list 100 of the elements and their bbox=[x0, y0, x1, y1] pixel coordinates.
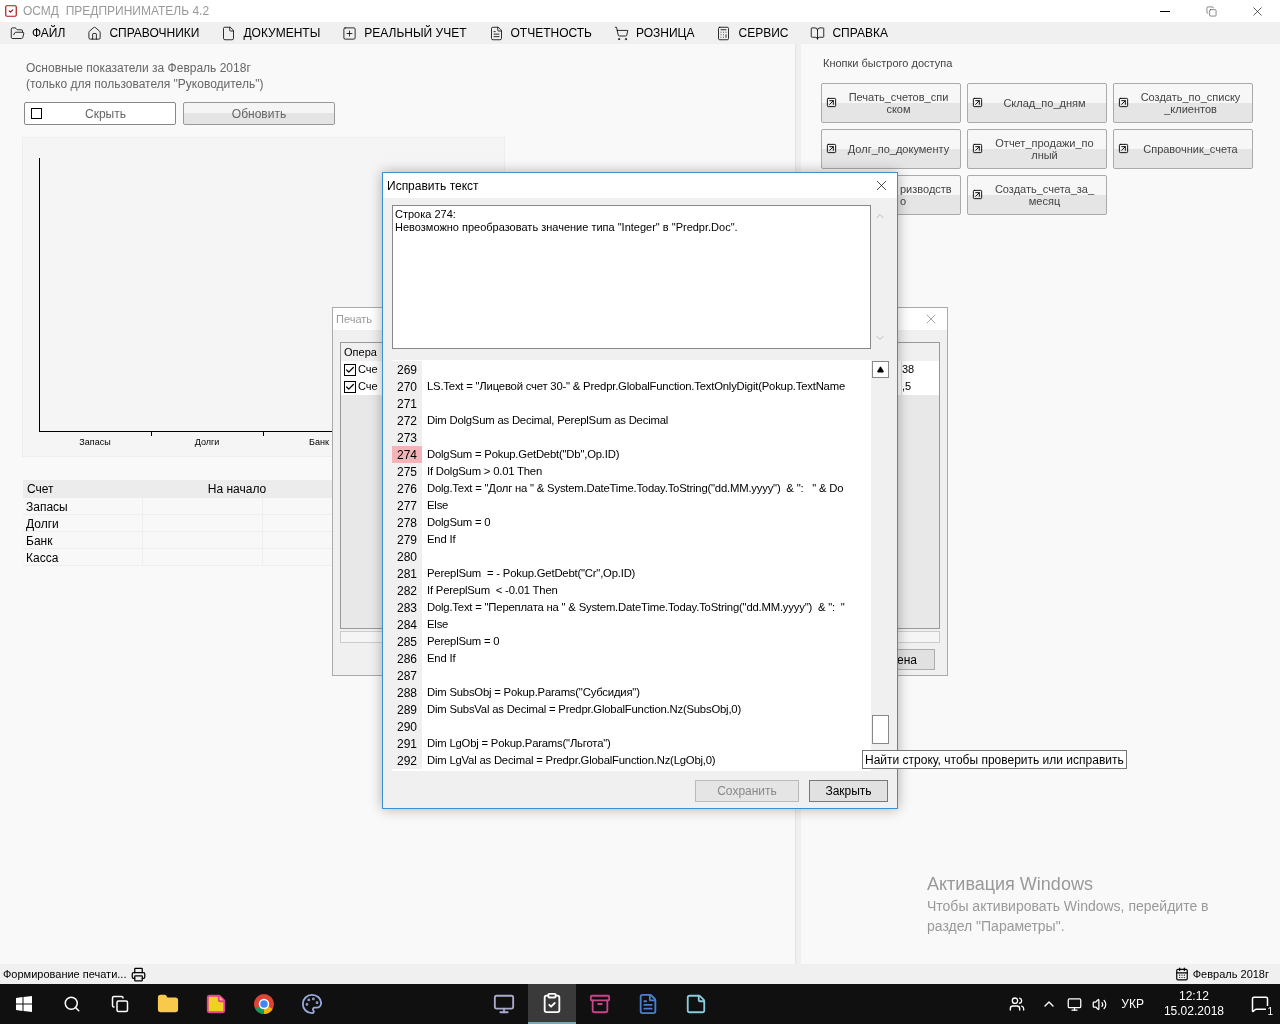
code-line: DolgSum = Pokup.GetDebt("Db",Op.ID) bbox=[427, 447, 620, 463]
table-cell: Касса bbox=[23, 549, 143, 565]
menu-item[interactable]: СПРАВОЧНИКИ bbox=[87, 22, 200, 44]
code-line: Dim SubsVal as Decimal = Predpr.GlobalFunction.Nz(SubsObj,0) bbox=[427, 702, 741, 718]
code-line: LS.Text = "Лицевой счет 30-" & Predpr.GlobalFunction.TextOnlyDigit(Pokup.TextName bbox=[427, 379, 845, 395]
shortcut-button[interactable]: Отчет_продажи_по лный bbox=[967, 128, 1107, 169]
line-number: 270 bbox=[392, 378, 422, 395]
code-line: PereplSum = 0 bbox=[427, 634, 500, 650]
shortcut-button[interactable]: Создать_счета_за_ месяц bbox=[967, 174, 1107, 215]
menu-item[interactable]: РЕАЛЬНЫЙ УЧЕТ bbox=[342, 22, 467, 44]
line-number: 288 bbox=[392, 684, 422, 701]
palette-icon bbox=[301, 993, 323, 1015]
checkbox[interactable] bbox=[344, 380, 356, 393]
dashboard-subheading: (только для пользователя "Руководитель") bbox=[26, 76, 265, 92]
code-line: Dolg.Text = "Переплата на " & System.DateTime.Today.ToString("dd.MM.yyyy") & ": " bbox=[427, 600, 845, 616]
document-icon bbox=[637, 993, 659, 1015]
line-number: 289 bbox=[392, 701, 422, 718]
folder-icon bbox=[157, 993, 179, 1015]
code-line: Dolg.Text = "Долг на " & System.DateTime.Today.ToString("dd.MM.yyyy") & ": " & Do bbox=[427, 481, 844, 497]
line-number: 279 bbox=[392, 531, 422, 548]
column-header: Счет bbox=[26, 481, 55, 498]
menu-item[interactable]: ОТЧЕТНОСТЬ bbox=[488, 22, 592, 44]
line-number: 283 bbox=[392, 599, 422, 616]
code-line: Dim DolgSum as Decimal, PereplSum as Decimal bbox=[427, 413, 669, 429]
scroll-thumb[interactable] bbox=[871, 715, 889, 744]
notifications-icon[interactable] bbox=[1251, 995, 1269, 1013]
line-number: 273 bbox=[392, 429, 422, 446]
section-title: Кнопки быстрого доступа bbox=[823, 56, 954, 71]
line-number: 286 bbox=[392, 650, 422, 667]
shortcut-button[interactable]: Склад_по_дням bbox=[967, 82, 1107, 123]
code-line: End If bbox=[427, 532, 456, 548]
table-cell: Банк bbox=[23, 532, 143, 548]
shortcut-button[interactable]: Долг_по_документу bbox=[821, 128, 961, 169]
line-number: 274 bbox=[392, 446, 422, 463]
line-number: 285 bbox=[392, 633, 422, 650]
code-line: End If bbox=[427, 651, 456, 667]
line-number: 277 bbox=[392, 497, 422, 514]
calculator-icon bbox=[716, 25, 732, 41]
shortcut-icon bbox=[972, 97, 983, 108]
table-cell: 38 bbox=[901, 361, 922, 378]
house-icon bbox=[87, 25, 103, 41]
message-text: Невозможно преобразовать значение типа "Integer" в "Predpr.Doc". bbox=[395, 221, 739, 234]
shortcut-button[interactable]: Печать_счетов_спи ском bbox=[821, 82, 961, 123]
refresh-button[interactable]: Обновить bbox=[183, 102, 335, 125]
taskbar-app[interactable] bbox=[528, 984, 576, 1024]
monitor-icon bbox=[493, 993, 515, 1015]
menu-item[interactable]: СЕРВИС bbox=[716, 22, 789, 44]
volume-icon[interactable] bbox=[1092, 996, 1108, 1012]
app-icon bbox=[205, 993, 227, 1015]
line-number: 290 bbox=[392, 718, 422, 735]
menu-item[interactable]: СПРАВКА bbox=[810, 22, 888, 44]
line-number: 275 bbox=[392, 463, 422, 480]
menu-item[interactable]: ФАЙЛ bbox=[10, 22, 66, 44]
shortcut-icon bbox=[1118, 97, 1129, 108]
menu-item[interactable]: РОЗНИЦА bbox=[614, 22, 695, 44]
line-number: 281 bbox=[392, 565, 422, 582]
shortcut-button[interactable]: Справочник_счета bbox=[1113, 128, 1253, 169]
table-cell-text: Сче bbox=[358, 362, 378, 378]
browser-icon bbox=[253, 993, 275, 1015]
hide-toggle[interactable]: Скрыть bbox=[24, 102, 176, 125]
activation-text: Чтобы активировать Windows, перейдите в раздел "Параметры". bbox=[927, 897, 1210, 936]
message-text: Строка 274: bbox=[395, 208, 457, 221]
app-logo-icon bbox=[4, 4, 18, 18]
windows-logo-icon bbox=[16, 996, 32, 1012]
table-cell-text: Сче bbox=[358, 379, 378, 395]
menu-item[interactable]: ДОКУМЕНТЫ bbox=[221, 22, 321, 44]
code-line: Dim LgObj = Pokup.Params("Льгота") bbox=[427, 736, 611, 752]
people-icon[interactable] bbox=[1009, 996, 1026, 1012]
line-number: 280 bbox=[392, 548, 422, 565]
dialog-button[interactable]: Закрыть bbox=[809, 780, 888, 802]
document-icon bbox=[221, 25, 237, 41]
scroll-up-button[interactable] bbox=[871, 361, 889, 378]
clock[interactable]: 12:12 15.02.2018 bbox=[1163, 989, 1224, 1019]
shortcut-icon bbox=[972, 189, 983, 200]
dialog-title: Исправить текст bbox=[387, 177, 479, 195]
code-line: DolgSum = 0 bbox=[427, 515, 491, 531]
shortcut-button[interactable]: Создать_по_списку _клиентов bbox=[1113, 82, 1253, 123]
code-line: Dim SubsObj = Pokup.Params("Субсидия") bbox=[427, 685, 640, 701]
language-indicator[interactable]: УКР bbox=[1121, 995, 1144, 1013]
code-line: If PereplSum < -0.01 Then bbox=[427, 583, 558, 599]
shortcut-icon bbox=[972, 143, 983, 154]
window-title: ОСМД ПРЕДПРИНИМАТЕЛЬ 4.2 bbox=[23, 3, 210, 20]
plus-square-icon bbox=[342, 25, 358, 41]
network-icon[interactable] bbox=[1067, 996, 1083, 1012]
checkbox[interactable] bbox=[31, 108, 42, 119]
book-icon bbox=[810, 25, 826, 41]
tooltip: Найти строку, чтобы проверить или исправить bbox=[862, 750, 1127, 769]
line-number: 269 bbox=[392, 361, 422, 378]
minimize-icon bbox=[1160, 10, 1170, 12]
line-number: 278 bbox=[392, 514, 422, 531]
report-icon bbox=[488, 25, 504, 41]
shortcut-icon bbox=[826, 97, 837, 108]
checkbox[interactable] bbox=[344, 363, 356, 376]
column-header: На начало bbox=[206, 481, 268, 498]
axis-label: Запасы bbox=[78, 436, 112, 449]
notepad-icon bbox=[685, 993, 707, 1015]
code-line: If DolgSum > 0.01 Then bbox=[427, 464, 543, 480]
line-number: 271 bbox=[392, 395, 422, 412]
line-number: 292 bbox=[392, 752, 422, 769]
line-number: 276 bbox=[392, 480, 422, 497]
